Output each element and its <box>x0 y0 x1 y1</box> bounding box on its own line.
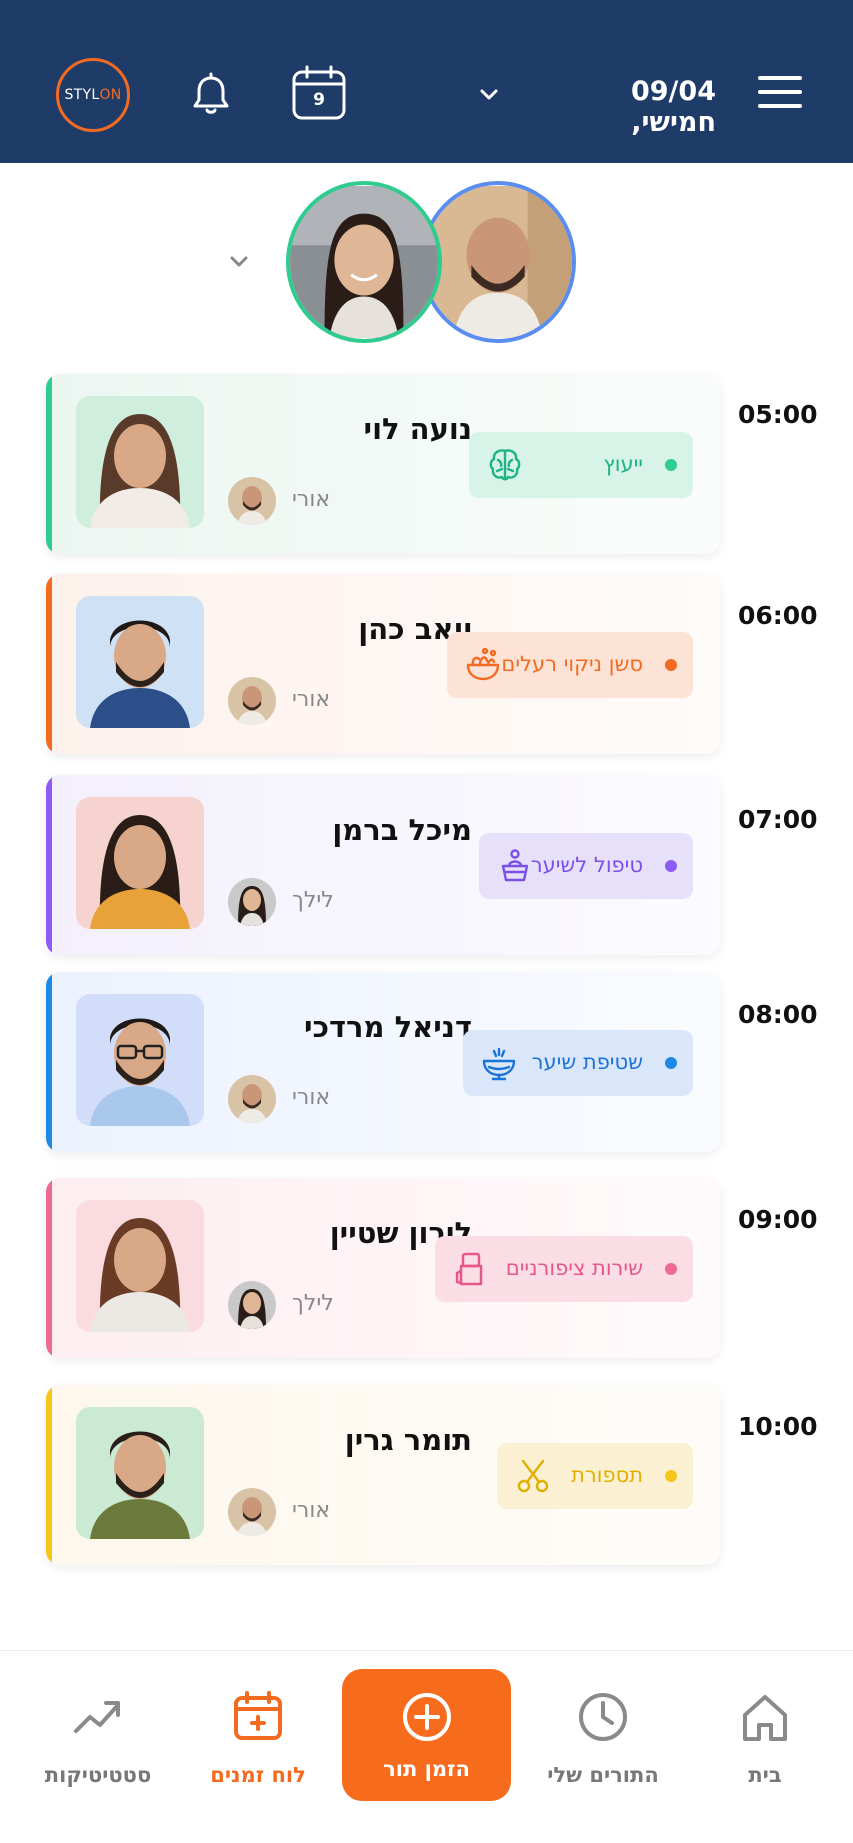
service-dot <box>665 659 677 671</box>
service-label: סשן ניקוי רעלים <box>501 652 643 676</box>
appointment-card[interactable]: מיכל ברמן לילך טיפול לשיער <box>46 775 720 955</box>
client-photo <box>76 596 204 728</box>
service-dot <box>665 1263 677 1275</box>
client-name: יואב כהן <box>358 612 472 646</box>
staff-mini-avatar <box>228 1075 276 1123</box>
service-tag: סשן ניקוי רעלים <box>447 632 693 698</box>
staff-name: אורי <box>292 687 331 712</box>
client-photo <box>76 1407 204 1539</box>
staff-name: אורי <box>292 487 331 512</box>
accent-bar <box>46 1178 52 1358</box>
book-appointment-button[interactable]: הזמן תור <box>342 1669 511 1801</box>
appointment-time: 09:00 <box>738 1205 818 1234</box>
accent-bar <box>46 972 52 1152</box>
client-name: דניאל מרדכי <box>304 1010 472 1044</box>
staff-name: לילך <box>292 1291 334 1316</box>
client-photo <box>76 396 204 528</box>
service-dot <box>665 1470 677 1482</box>
service-tag: שירות ציפורניים <box>435 1236 693 1302</box>
appointment-time: 10:00 <box>738 1412 818 1441</box>
staff-avatar-male[interactable] <box>420 181 576 343</box>
brain-icon <box>489 449 521 481</box>
hamburger-menu-icon[interactable] <box>758 76 802 112</box>
appointment-card[interactable]: דניאל מרדכי אורי שטיפת שיער <box>46 972 720 1152</box>
hair-treatment-icon <box>501 849 529 882</box>
nav-stats-label: סטטיטיקות <box>44 1763 152 1787</box>
accent-bar <box>46 374 52 554</box>
client-photo <box>76 797 204 929</box>
appointment-card[interactable]: יואב כהן אורי סשן ניקוי רעלים <box>46 574 720 754</box>
nail-polish-icon <box>455 1252 483 1286</box>
salad-bowl-icon <box>466 647 500 681</box>
stylon-logo[interactable]: STYL ON <box>56 58 130 132</box>
service-tag: שטיפת שיער <box>463 1030 693 1096</box>
nav-my-appointments[interactable]: התורים שלי <box>528 1689 678 1799</box>
staff-mini-avatar <box>228 677 276 725</box>
calendar-plus-icon <box>234 1691 282 1740</box>
appointment-time: 07:00 <box>738 805 818 834</box>
client-photo <box>76 1200 204 1332</box>
appointment-time: 05:00 <box>738 400 818 429</box>
service-dot <box>665 1057 677 1069</box>
bottom-navigation: סטטיטיקות לוח זמנים הזמן תור התורים שלי <box>0 1650 853 1843</box>
appointment-card[interactable]: תומר גרין אורי תספורת <box>46 1385 720 1565</box>
service-label: שירות ציפורניים <box>505 1256 643 1280</box>
hair-wash-icon <box>482 1047 516 1081</box>
client-photo <box>76 994 204 1126</box>
service-label: ייעוץ <box>603 452 643 476</box>
service-tag: תספורת <box>497 1443 693 1509</box>
client-name: תומר גרין <box>344 1423 472 1457</box>
service-dot <box>665 860 677 872</box>
service-label: תספורת <box>571 1463 643 1487</box>
client-name: נועה לוי <box>363 412 472 446</box>
appointment-card[interactable]: לירון שטיין לילך שירות ציפורניים <box>46 1178 720 1358</box>
nav-schedule[interactable]: לוח זמנים <box>183 1689 333 1799</box>
logo-suffix: ON <box>99 87 122 103</box>
chevron-down-icon[interactable] <box>225 248 253 276</box>
calendar-day-number: 9 <box>313 90 325 110</box>
staff-name: אורי <box>292 1085 331 1110</box>
appointment-time: 06:00 <box>738 601 818 630</box>
appointment-time: 08:00 <box>738 1000 818 1029</box>
nav-home[interactable]: בית <box>690 1689 840 1799</box>
chevron-down-icon[interactable] <box>474 80 504 110</box>
accent-bar <box>46 775 52 955</box>
service-tag: טיפול לשיער <box>479 833 693 899</box>
staff-name: לילך <box>292 888 334 913</box>
nav-home-label: בית <box>748 1763 782 1787</box>
clock-icon <box>579 1693 627 1741</box>
staff-mini-avatar <box>228 878 276 926</box>
book-appointment-label: הזמן תור <box>383 1757 470 1781</box>
accent-bar <box>46 1385 52 1565</box>
accent-bar <box>46 574 52 754</box>
bell-icon[interactable] <box>186 70 236 120</box>
nav-stats[interactable]: סטטיטיקות <box>23 1689 173 1799</box>
client-name: מיכל ברמן <box>332 813 472 847</box>
logo-prefix: STYL <box>64 87 100 103</box>
trending-up-icon <box>74 1701 120 1733</box>
nav-my-appointments-label: התורים שלי <box>547 1763 659 1787</box>
app-header: STYL ON 9 09/04 ,חמישי <box>0 0 853 163</box>
scissors-icon <box>517 1459 549 1493</box>
service-tag: ייעוץ <box>469 432 693 498</box>
date-selector[interactable]: 09/04 ,חמישי <box>540 76 716 138</box>
service-dot <box>665 459 677 471</box>
service-label: טיפול לשיער <box>530 853 643 877</box>
staff-name: אורי <box>292 1498 331 1523</box>
plus-circle-icon <box>402 1693 451 1741</box>
appointment-card[interactable]: נועה לוי אורי ייעוץ <box>46 374 720 554</box>
home-icon <box>743 1695 787 1741</box>
staff-mini-avatar <box>228 1281 276 1329</box>
nav-schedule-label: לוח זמנים <box>210 1763 306 1787</box>
staff-avatar-female[interactable] <box>286 181 442 343</box>
service-label: שטיפת שיער <box>531 1050 643 1074</box>
staff-mini-avatar <box>228 1488 276 1536</box>
staff-mini-avatar <box>228 477 276 525</box>
